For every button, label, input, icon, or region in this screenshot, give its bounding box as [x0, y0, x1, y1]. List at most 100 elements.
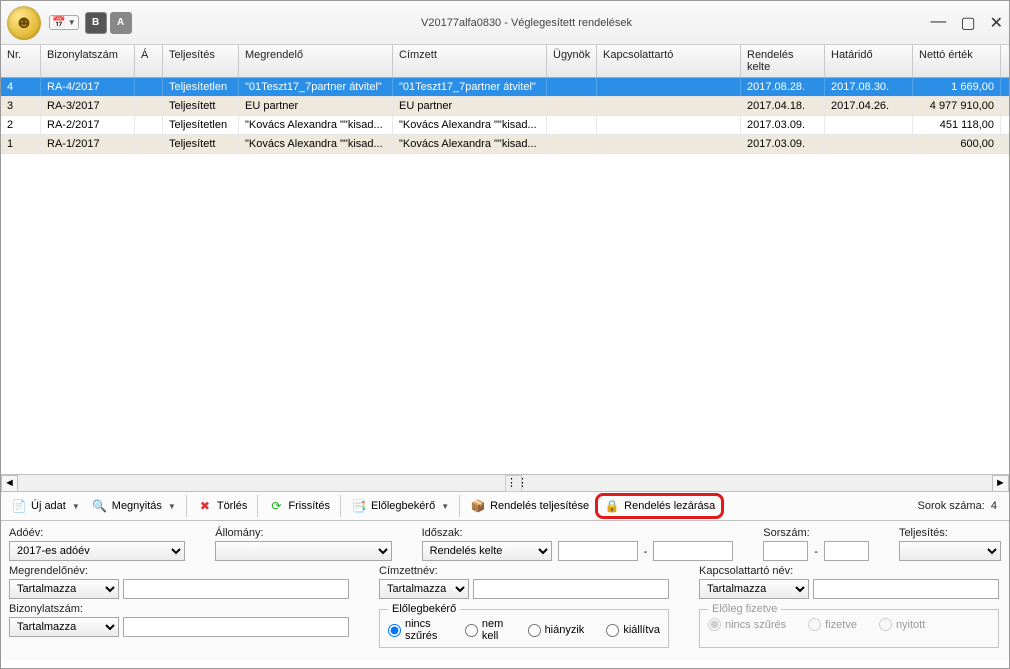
- fulfill-icon: 📦: [470, 498, 486, 514]
- megrendelonev-mode-select[interactable]: Tartalmazza: [9, 579, 119, 599]
- advance-request-button[interactable]: 📑 Előlegbekérő ▼: [345, 495, 455, 517]
- bizonylatszam-mode-select[interactable]: Tartalmazza: [9, 617, 119, 637]
- cell-nr: 1: [1, 135, 41, 153]
- cell-kap: [597, 116, 741, 134]
- kapcsolattarto-label: Kapcsolattartó név:: [699, 565, 999, 577]
- col-rendeles-kelte[interactable]: Rendelés kelte: [741, 45, 825, 77]
- col-netto-ertek[interactable]: Nettó érték: [913, 45, 1001, 77]
- new-icon: 📄: [11, 498, 27, 514]
- adoev-select[interactable]: 2017-es adóév: [9, 541, 185, 561]
- eleg-nemkell-radio[interactable]: nem kell: [465, 618, 506, 642]
- cell-a: [135, 135, 163, 153]
- row-count-label: Sorok száma:: [918, 500, 985, 512]
- col-cimzett[interactable]: Címzett: [393, 45, 547, 77]
- cell-hat: [825, 116, 913, 134]
- toolbar-badge-a[interactable]: A: [110, 12, 132, 34]
- adoev-label: Adóév:: [9, 527, 185, 539]
- scroll-right-icon[interactable]: ►: [992, 475, 1009, 492]
- megrendelonev-input[interactable]: [123, 579, 349, 599]
- new-button[interactable]: 📄 Új adat ▼: [5, 495, 86, 517]
- cell-nr: 3: [1, 97, 41, 115]
- idoszak-from-input[interactable]: [558, 541, 638, 561]
- table-row[interactable]: 3RA-3/2017TeljesítettEU partnerEU partne…: [1, 97, 1009, 116]
- teljesites-select[interactable]: [899, 541, 1001, 561]
- delete-button[interactable]: ✖ Törlés: [191, 495, 254, 517]
- col-ugynok[interactable]: Ügynök: [547, 45, 597, 77]
- idoszak-select[interactable]: Rendelés kelte: [422, 541, 552, 561]
- ef-nincs-radio: nincs szűrés: [708, 618, 786, 631]
- elolegbekero-group: Előlegbekérő nincs szűrés nem kell hiány…: [379, 603, 669, 648]
- table-row[interactable]: 1RA-1/2017Teljesített"Kovács Alexandra "…: [1, 135, 1009, 154]
- bizonylatszam-input[interactable]: [123, 617, 349, 637]
- scroll-left-icon[interactable]: ◄: [1, 475, 18, 492]
- toolbar-badge-b[interactable]: B: [85, 12, 107, 34]
- chevron-down-icon: ▼: [72, 502, 80, 511]
- horizontal-scrollbar[interactable]: ◄ ⋮⋮ ►: [1, 474, 1009, 491]
- cell-tel: Teljesítetlen: [163, 78, 239, 96]
- allomany-select[interactable]: [215, 541, 391, 561]
- cell-net: 1 669,00: [913, 78, 1001, 96]
- fulfill-label: Rendelés teljesítése: [490, 500, 589, 512]
- toolbar-calendar-dropdown[interactable]: 📅▼: [49, 15, 79, 30]
- cell-hat: 2017.04.26.: [825, 97, 913, 115]
- cell-meg: "01Teszt17_7partner átvitel": [239, 78, 393, 96]
- separator: [459, 495, 460, 517]
- money-icon: 📑: [351, 498, 367, 514]
- eleg-hianyzik-radio[interactable]: hiányzik: [528, 624, 585, 637]
- close-icon[interactable]: ✕: [990, 13, 1003, 33]
- fulfill-order-button[interactable]: 📦 Rendelés teljesítése: [464, 495, 595, 517]
- chevron-down-icon: ▼: [168, 502, 176, 511]
- lock-icon: 🔒: [604, 498, 620, 514]
- sorszam-to-input[interactable]: [824, 541, 869, 561]
- elolegbekero-legend: Előlegbekérő: [388, 603, 460, 615]
- col-bizonylatszam[interactable]: Bizonylatszám: [41, 45, 135, 77]
- cell-tel: Teljesítetlen: [163, 116, 239, 134]
- sorszam-from-input[interactable]: [763, 541, 808, 561]
- cell-ren: 2017.03.09.: [741, 135, 825, 153]
- col-kapcsolattarto[interactable]: Kapcsolattartó: [597, 45, 741, 77]
- scroll-grip-icon[interactable]: ⋮⋮: [505, 475, 522, 492]
- cell-meg: EU partner: [239, 97, 393, 115]
- col-hatarido[interactable]: Határidő: [825, 45, 913, 77]
- kapcsolattarto-input[interactable]: [813, 579, 999, 599]
- eleg-kiallitva-radio[interactable]: kiállítva: [606, 624, 660, 637]
- cell-biz: RA-1/2017: [41, 135, 135, 153]
- eleg-nincs-radio[interactable]: nincs szűrés: [388, 618, 443, 642]
- maximize-icon[interactable]: ▢: [960, 13, 975, 33]
- ef-fizetve-radio: fizetve: [808, 618, 857, 631]
- cell-ugy: [547, 78, 597, 96]
- open-button[interactable]: 🔍 Megnyitás ▼: [86, 495, 182, 517]
- table-row[interactable]: 4RA-4/2017Teljesítetlen"01Teszt17_7partn…: [1, 78, 1009, 97]
- idoszak-to-input[interactable]: [653, 541, 733, 561]
- cell-biz: RA-4/2017: [41, 78, 135, 96]
- col-a[interactable]: Á: [135, 45, 163, 77]
- chevron-down-icon: ▼: [441, 502, 449, 511]
- action-toolbar: 📄 Új adat ▼ 🔍 Megnyitás ▼ ✖ Törlés ⟳ Fri…: [1, 491, 1009, 521]
- advance-request-label: Előlegbekérő: [371, 500, 435, 512]
- cimzettnev-input[interactable]: [473, 579, 669, 599]
- cell-biz: RA-2/2017: [41, 116, 135, 134]
- cell-hat: 2017.08.30.: [825, 78, 913, 96]
- col-megrendelo[interactable]: Megrendelő: [239, 45, 393, 77]
- col-nr[interactable]: Nr.: [1, 45, 41, 77]
- kapcsolattarto-mode-select[interactable]: Tartalmazza: [699, 579, 809, 599]
- grid-empty-area: [1, 154, 1009, 474]
- dash-separator: -: [814, 546, 818, 561]
- elolegfizetve-group: Előleg fizetve nincs szűrés fizetve nyit…: [699, 603, 999, 648]
- cell-a: [135, 116, 163, 134]
- elolegfizetve-legend: Előleg fizetve: [708, 603, 781, 615]
- cell-cim: "Kovács Alexandra ""kisad...: [393, 135, 547, 153]
- cimzettnev-mode-select[interactable]: Tartalmazza: [379, 579, 469, 599]
- cell-cim: EU partner: [393, 97, 547, 115]
- cell-kap: [597, 135, 741, 153]
- cell-a: [135, 97, 163, 115]
- refresh-button[interactable]: ⟳ Frissítés: [262, 495, 336, 517]
- scroll-track[interactable]: ⋮⋮: [18, 475, 992, 492]
- col-teljesites[interactable]: Teljesítés: [163, 45, 239, 77]
- table-row[interactable]: 2RA-2/2017Teljesítetlen"Kovács Alexandra…: [1, 116, 1009, 135]
- cell-ren: 2017.03.09.: [741, 116, 825, 134]
- close-order-button[interactable]: 🔒 Rendelés lezárása: [595, 493, 724, 519]
- minimize-icon[interactable]: —: [930, 13, 946, 33]
- cell-biz: RA-3/2017: [41, 97, 135, 115]
- row-count-value: 4: [991, 500, 997, 512]
